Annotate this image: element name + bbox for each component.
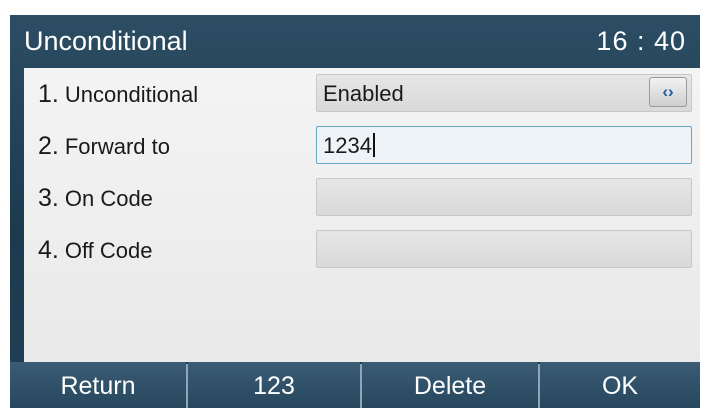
row-number: 4. — [38, 236, 59, 264]
unconditional-select[interactable]: Enabled ‹› — [316, 74, 692, 112]
row-number: 2. — [38, 132, 59, 160]
settings-panel: 1. Unconditional Enabled ‹› 2. Forward to … — [24, 68, 700, 362]
row-on-code[interactable]: 3. On Code — [24, 174, 700, 226]
on-code-input[interactable] — [316, 178, 692, 216]
delete-softkey[interactable]: Delete — [362, 362, 538, 408]
row-label: 3. On Code — [38, 184, 153, 213]
off-code-input[interactable] — [316, 230, 692, 268]
row-label-text: On Code — [64, 186, 153, 211]
unconditional-value: Enabled — [323, 81, 404, 106]
row-label-text: Unconditional — [64, 82, 199, 107]
row-off-code[interactable]: 4. Off Code — [24, 226, 700, 278]
page-title: Unconditional — [24, 26, 188, 56]
text-cursor — [372, 133, 375, 157]
softkey-bar: Return 123 Delete OK — [10, 362, 700, 408]
switch-arrows-icon[interactable]: ‹› — [649, 77, 687, 107]
forward-to-value-wrap: 1234 — [323, 133, 375, 159]
row-label: 1. Unconditional — [38, 80, 198, 109]
title-bar: Unconditional 16 : 40 — [10, 15, 700, 70]
row-label: 4. Off Code — [38, 236, 153, 265]
forward-to-input[interactable]: 1234 — [316, 126, 692, 164]
row-label-text: Off Code — [64, 238, 153, 263]
phone-screen: Unconditional 16 : 40 1. Unconditional En… — [0, 0, 702, 408]
row-label: 2. Forward to — [38, 132, 170, 161]
row-number: 3. — [38, 184, 59, 212]
123-softkey[interactable]: 123 — [188, 362, 360, 408]
lcd-display: Unconditional 16 : 40 1. Unconditional En… — [10, 15, 700, 408]
ok-softkey[interactable]: OK — [540, 362, 700, 408]
row-unconditional[interactable]: 1. Unconditional Enabled ‹› — [24, 70, 700, 122]
row-label-text: Forward to — [64, 134, 171, 159]
row-forward-to[interactable]: 2. Forward to 1234 — [24, 122, 700, 174]
return-softkey[interactable]: Return — [10, 362, 186, 408]
clock: 16 : 40 — [596, 26, 686, 56]
forward-to-value: 1234 — [323, 133, 372, 158]
row-number: 1. — [38, 80, 59, 108]
